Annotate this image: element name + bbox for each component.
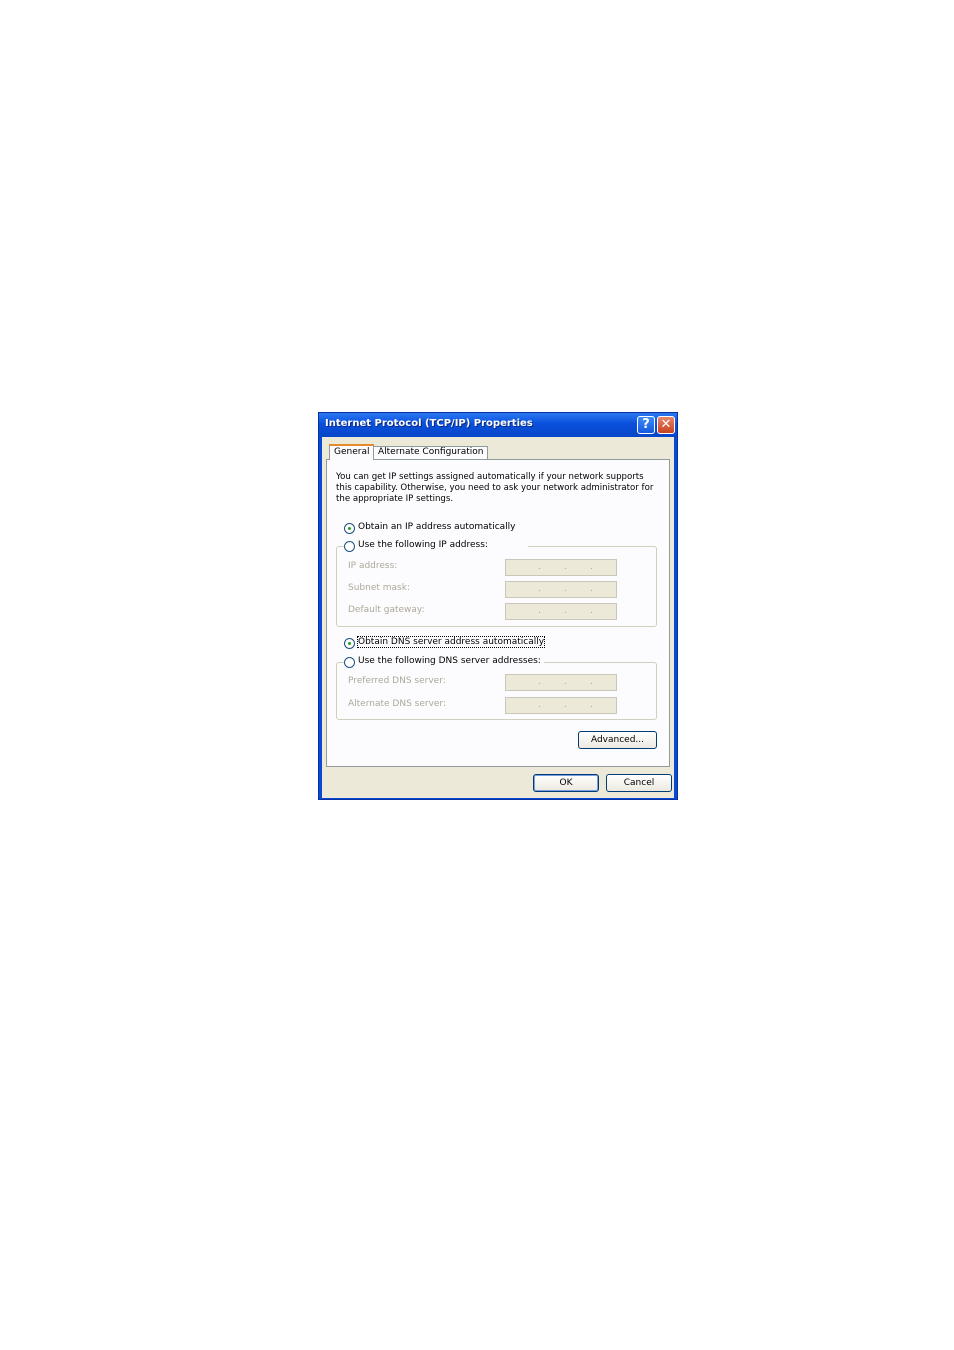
use-following-ip-radio[interactable]: Use the following IP address: [344, 540, 528, 553]
tab-general[interactable]: General [329, 444, 375, 460]
obtain-dns-auto-label: Obtain DNS server address automatically [356, 636, 546, 648]
alternate-dns-label: Alternate DNS server: [348, 699, 447, 709]
use-following-dns-radio[interactable]: Use the following DNS server addresses: [344, 656, 544, 669]
ok-button[interactable]: OK [533, 774, 599, 792]
default-gateway-label: Default gateway: [348, 605, 425, 615]
subnet-mask-label: Subnet mask: [348, 583, 410, 593]
use-following-dns-label: Use the following DNS server addresses: [358, 656, 541, 666]
tcpip-properties-dialog: Internet Protocol (TCP/IP) Properties ? … [318, 412, 678, 800]
default-gateway-input[interactable]: ... [505, 603, 617, 620]
alternate-dns-input[interactable]: ... [505, 697, 617, 714]
advanced-button[interactable]: Advanced... [578, 731, 657, 749]
description-text: You can get IP settings assigned automat… [336, 472, 654, 504]
tab-alternate-configuration[interactable]: Alternate Configuration [373, 446, 489, 459]
radio-selected-icon [344, 523, 355, 534]
radio-unselected-icon [344, 657, 355, 668]
obtain-dns-auto-radio[interactable]: Obtain DNS server address automatically [344, 636, 546, 650]
preferred-dns-label: Preferred DNS server: [348, 676, 446, 686]
radio-unselected-icon [344, 541, 355, 552]
subnet-mask-input[interactable]: ... [505, 581, 617, 598]
obtain-ip-auto-label: Obtain an IP address automatically [358, 522, 516, 532]
general-tab-panel: You can get IP settings assigned automat… [326, 459, 670, 767]
preferred-dns-input[interactable]: ... [505, 674, 617, 691]
use-following-ip-label: Use the following IP address: [358, 540, 488, 550]
cancel-button[interactable]: Cancel [606, 774, 672, 792]
ip-address-input[interactable]: ... [505, 559, 617, 576]
radio-selected-icon [344, 638, 355, 649]
ip-address-label: IP address: [348, 561, 398, 571]
dialog-title: Internet Protocol (TCP/IP) Properties [325, 418, 533, 429]
dialog-client-area: General Alternate Configuration You can … [322, 437, 674, 798]
close-button[interactable]: ✕ [657, 416, 675, 434]
help-button[interactable]: ? [637, 416, 655, 434]
title-bar[interactable]: Internet Protocol (TCP/IP) Properties ? … [319, 413, 677, 437]
obtain-ip-auto-radio[interactable]: Obtain an IP address automatically [344, 522, 544, 535]
